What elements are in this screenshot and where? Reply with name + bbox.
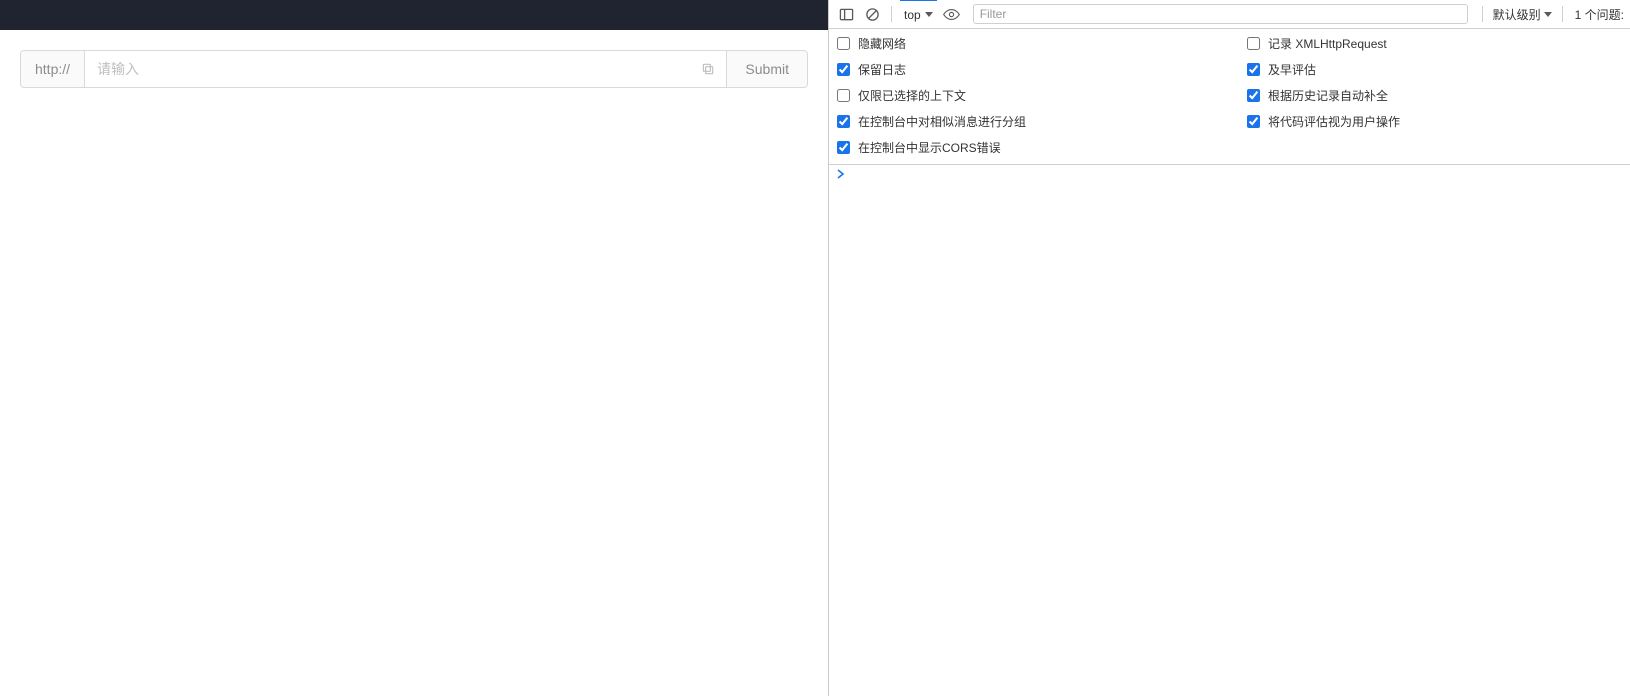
checkbox[interactable] (837, 115, 850, 128)
checkbox[interactable] (837, 63, 850, 76)
setting-group-similar[interactable]: 在控制台中对相似消息进行分组 (837, 113, 1247, 130)
devtools-pane: top 默认级别 1 个问题: 隐藏网络 保留日志 (829, 0, 1630, 696)
toggle-sidebar-icon[interactable] (835, 3, 857, 25)
setting-log-xhr[interactable]: 记录 XMLHttpRequest (1247, 35, 1622, 52)
setting-label: 及早评估 (1268, 61, 1316, 78)
setting-eager-eval[interactable]: 及早评估 (1247, 61, 1622, 78)
setting-selected-context-only[interactable]: 仅限已选择的上下文 (837, 87, 1247, 104)
setting-label: 记录 XMLHttpRequest (1268, 35, 1387, 52)
setting-label: 将代码评估视为用户操作 (1268, 113, 1400, 130)
toolbar-separator (1482, 6, 1483, 22)
page-body: http:// Submit (0, 30, 828, 108)
setting-label: 隐藏网络 (858, 35, 906, 52)
console-settings-panel: 隐藏网络 保留日志 仅限已选择的上下文 在控制台中对相似消息进行分组 在控制台中… (829, 29, 1630, 165)
checkbox[interactable] (1247, 89, 1260, 102)
checkbox[interactable] (837, 37, 850, 50)
log-level-selector[interactable]: 默认级别 (1491, 6, 1554, 23)
page-header-bar (0, 0, 828, 30)
setting-label: 保留日志 (858, 61, 906, 78)
submit-button[interactable]: Submit (726, 51, 807, 87)
setting-preserve-log[interactable]: 保留日志 (837, 61, 1247, 78)
checkbox[interactable] (837, 141, 850, 154)
webpage-pane: http:// Submit (0, 0, 829, 696)
checkbox[interactable] (1247, 63, 1260, 76)
setting-autocomplete-history[interactable]: 根据历史记录自动补全 (1247, 87, 1622, 104)
setting-label: 在控制台中对相似消息进行分组 (858, 113, 1026, 130)
checkbox[interactable] (837, 89, 850, 102)
url-input-group: http:// Submit (20, 50, 808, 88)
log-level-label: 默认级别 (1493, 6, 1541, 23)
issues-count[interactable]: 1 个问题: (1571, 6, 1624, 23)
chevron-right-icon (837, 169, 845, 179)
url-input[interactable] (85, 51, 690, 87)
setting-label: 根据历史记录自动补全 (1268, 87, 1388, 104)
context-selector[interactable]: top (900, 0, 937, 28)
console-prompt[interactable] (837, 169, 1622, 179)
devtools-toolbar: top 默认级别 1 个问题: (829, 0, 1630, 29)
settings-col-right: 记录 XMLHttpRequest 及早评估 根据历史记录自动补全 将代码评估视… (1247, 35, 1622, 156)
context-label: top (904, 8, 921, 22)
live-expression-icon[interactable] (941, 3, 963, 25)
filter-input[interactable] (973, 4, 1468, 24)
toolbar-separator (1562, 6, 1563, 22)
setting-label: 仅限已选择的上下文 (858, 87, 966, 104)
setting-label: 在控制台中显示CORS错误 (858, 139, 1001, 156)
setting-eval-user-action[interactable]: 将代码评估视为用户操作 (1247, 113, 1622, 130)
toolbar-separator (891, 6, 892, 22)
chevron-down-icon (925, 12, 933, 17)
chevron-down-icon (1544, 12, 1552, 17)
checkbox[interactable] (1247, 37, 1260, 50)
checkbox[interactable] (1247, 115, 1260, 128)
console-output[interactable] (829, 165, 1630, 696)
setting-show-cors-errors[interactable]: 在控制台中显示CORS错误 (837, 139, 1247, 156)
settings-col-left: 隐藏网络 保留日志 仅限已选择的上下文 在控制台中对相似消息进行分组 在控制台中… (837, 35, 1247, 156)
setting-hide-network[interactable]: 隐藏网络 (837, 35, 1247, 52)
clear-console-icon[interactable] (861, 3, 883, 25)
copy-icon[interactable] (690, 51, 726, 87)
url-prefix-label: http:// (21, 51, 85, 87)
